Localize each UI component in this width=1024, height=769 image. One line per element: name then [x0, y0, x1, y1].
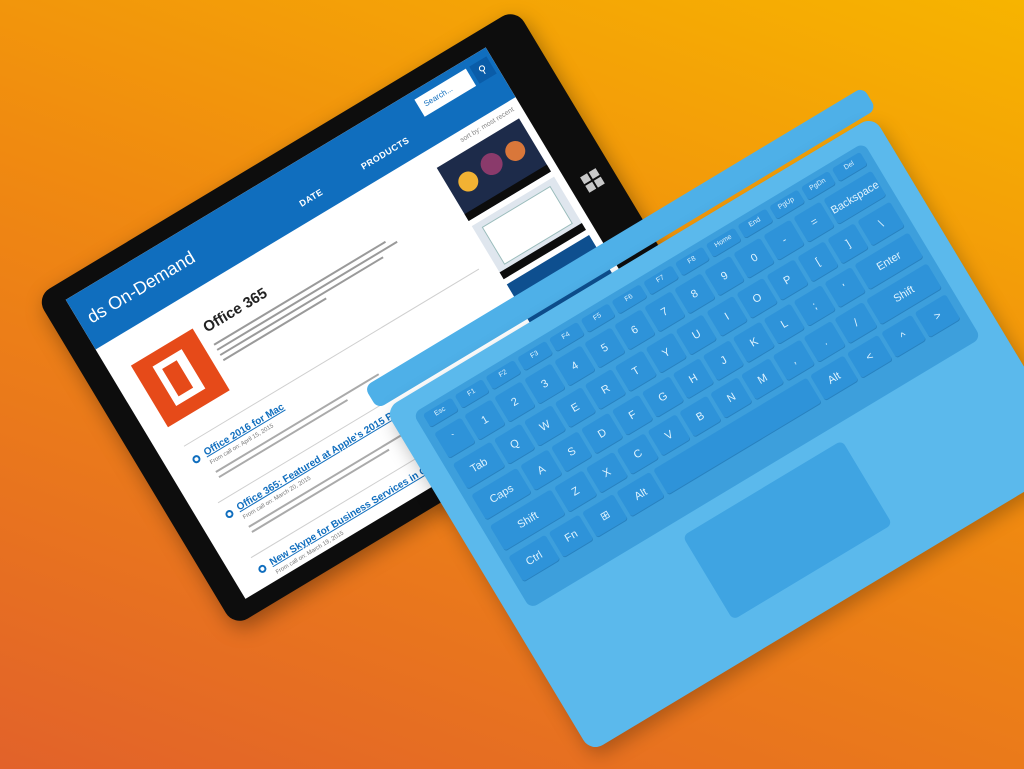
search-icon[interactable]: ⚲	[469, 56, 497, 84]
product-photo: ds On-Demand DATE PRODUCTS Search... ⚲ s…	[0, 0, 1024, 769]
bullet-icon	[190, 453, 202, 465]
bullet-icon	[256, 563, 268, 575]
nav-date[interactable]: DATE	[297, 187, 324, 209]
nav-products[interactable]: PRODUCTS	[359, 135, 411, 172]
product-title: Office 365	[200, 284, 271, 337]
bullet-icon	[223, 508, 235, 520]
